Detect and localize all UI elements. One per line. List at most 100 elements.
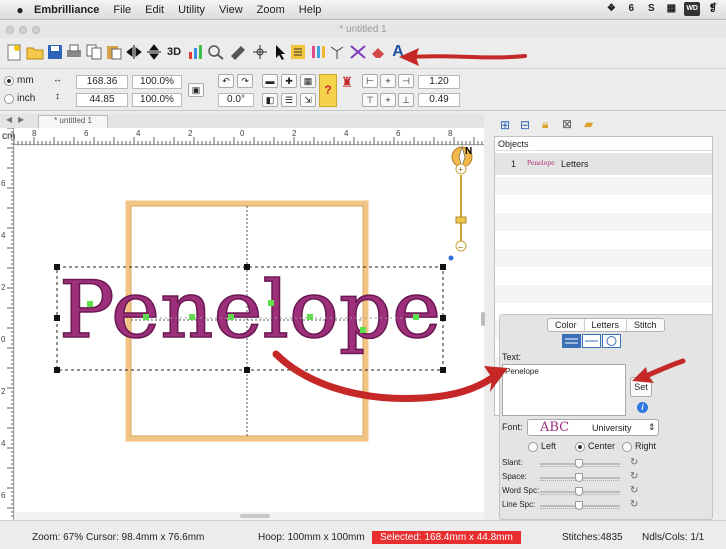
text-mode-circle-icon[interactable] xyxy=(602,334,621,348)
layout-icon[interactable] xyxy=(348,42,368,62)
flip-horizontal-icon[interactable] xyxy=(124,42,144,62)
lock-aspect-icon[interactable]: ▣ xyxy=(188,83,204,97)
text-mode-straight-icon[interactable] xyxy=(582,334,601,348)
align-left-radio[interactable] xyxy=(528,442,538,452)
spacing-left-icon[interactable]: ⊢ xyxy=(362,74,378,88)
zoom-icon[interactable] xyxy=(206,42,226,62)
text-input[interactable]: Penelope xyxy=(502,364,626,416)
width-percent-field[interactable]: 100.0% xyxy=(132,75,182,89)
tab-scroll-right-icon[interactable]: ▶ xyxy=(18,115,24,124)
tray-app-icon[interactable]: 6 xyxy=(624,2,638,16)
color-chart-icon[interactable] xyxy=(186,42,206,62)
space-reset-icon[interactable]: ↻ xyxy=(630,471,638,482)
paste-icon[interactable] xyxy=(104,42,124,62)
tray-s-icon[interactable]: S xyxy=(644,2,658,16)
menu-edit[interactable]: Edit xyxy=(145,4,164,16)
thread-spool-icon[interactable]: ♜ xyxy=(340,74,354,107)
select-arrow-icon[interactable] xyxy=(270,42,290,62)
new-icon[interactable] xyxy=(4,42,24,62)
center-icon[interactable] xyxy=(250,42,270,62)
tab-color[interactable]: Color xyxy=(548,319,585,331)
print-icon[interactable] xyxy=(64,42,84,62)
3d-icon[interactable]: 3D xyxy=(164,42,184,62)
word-spacing-slider[interactable]: Word Spc: ↻ xyxy=(502,485,652,498)
menu-zoom[interactable]: Zoom xyxy=(257,4,285,16)
tray-grid-icon[interactable]: ▦ xyxy=(664,2,678,16)
font-select[interactable]: ABC University ⇕ xyxy=(527,419,659,436)
list-stripe xyxy=(495,177,712,195)
ungroup-icon[interactable]: ⊟ xyxy=(520,118,530,132)
minimize-window-button[interactable] xyxy=(19,26,27,34)
align-right-radio[interactable] xyxy=(622,442,632,452)
design-canvas[interactable]: Penelope N + – xyxy=(15,146,484,520)
align-top-icon[interactable]: ▬ xyxy=(262,74,278,88)
height-field[interactable]: 44.85 xyxy=(76,93,128,107)
close-window-button[interactable] xyxy=(6,26,14,34)
copy-icon[interactable] xyxy=(84,42,104,62)
tab-scroll-left-icon[interactable]: ◀ xyxy=(6,115,12,124)
rotation-field[interactable]: 0.0° xyxy=(218,93,254,107)
rotate-left-icon[interactable]: ↶ xyxy=(218,74,234,88)
thread-icon[interactable] xyxy=(328,42,348,62)
tab-untitled-1[interactable]: * untitled 1 xyxy=(38,115,108,128)
save-icon[interactable] xyxy=(45,42,65,62)
rotate-right-icon[interactable]: ↷ xyxy=(237,74,253,88)
vspacing-top-icon[interactable]: ⊤ xyxy=(362,93,378,107)
word-spacing-reset-icon[interactable]: ↻ xyxy=(630,485,638,496)
color-order-icon[interactable]: ? xyxy=(319,74,337,107)
slant-reset-icon[interactable]: ↻ xyxy=(630,457,638,468)
lock-icon[interactable]: 🔒︎ xyxy=(542,117,548,132)
wd-drive-icon[interactable]: WD xyxy=(684,2,700,16)
color-sort-icon[interactable] xyxy=(308,42,328,62)
ruler-label: 8 xyxy=(32,129,37,138)
ruler-icon[interactable] xyxy=(228,42,248,62)
list-icon[interactable] xyxy=(288,42,308,62)
group-icon[interactable]: ⊞ xyxy=(500,118,510,132)
line-spacing-reset-icon[interactable]: ↻ xyxy=(630,499,638,510)
unlock-icon[interactable]: ⊠ xyxy=(562,117,572,131)
vspacing-bottom-icon[interactable]: ⊥ xyxy=(398,93,414,107)
horizontal-scrollbar[interactable] xyxy=(15,512,484,520)
zoom-window-button[interactable] xyxy=(32,26,40,34)
align-right-icon[interactable]: ⇲ xyxy=(300,93,316,107)
tab-letters[interactable]: Letters xyxy=(584,319,628,331)
height-percent-field[interactable]: 100.0% xyxy=(132,93,182,107)
align-middle-icon[interactable]: ✚ xyxy=(281,74,297,88)
align-bottom-icon[interactable]: ▦ xyxy=(300,74,316,88)
panel-splitter-handle[interactable] xyxy=(481,312,485,326)
align-left-icon[interactable]: ◧ xyxy=(262,93,278,107)
unit-mm-radio[interactable] xyxy=(4,76,14,86)
eraser-icon[interactable] xyxy=(368,42,388,62)
apple-menu-icon[interactable]: ● xyxy=(8,3,32,17)
object-row[interactable]: 1 Penelope Letters xyxy=(495,153,712,175)
hide-icon[interactable]: ▰ xyxy=(584,117,593,131)
menu-utility[interactable]: Utility xyxy=(178,4,205,16)
spacing-center-icon[interactable]: + xyxy=(380,74,396,88)
align-center-radio[interactable] xyxy=(575,442,585,452)
dropbox-icon[interactable]: ❖ xyxy=(604,2,618,16)
width-field[interactable]: 168.36 xyxy=(76,75,128,89)
spacing-field-2[interactable]: 0.49 xyxy=(418,93,460,107)
tab-stitch[interactable]: Stitch xyxy=(627,319,664,331)
spacing-field-1[interactable]: 1.20 xyxy=(418,75,460,89)
slant-slider[interactable]: Slant: ↻ xyxy=(502,457,652,470)
info-icon[interactable]: i xyxy=(637,402,648,413)
scrollbar-thumb[interactable] xyxy=(240,514,270,518)
compass-north-label: N xyxy=(465,146,472,157)
text-mode-line-icon[interactable] xyxy=(562,334,581,348)
align-center-icon[interactable]: ☰ xyxy=(281,93,297,107)
menu-help[interactable]: Help xyxy=(299,4,322,16)
line-spacing-slider[interactable]: Line Spc: ↻ xyxy=(502,499,652,512)
spacing-right-icon[interactable]: ⊣ xyxy=(398,74,414,88)
menu-file[interactable]: File xyxy=(113,4,131,16)
space-slider[interactable]: Space: ↻ xyxy=(502,471,652,484)
ruler-label: 0 xyxy=(240,129,245,138)
menu-view[interactable]: View xyxy=(219,4,243,16)
tray-hand-icon[interactable]: ❡ xyxy=(706,2,720,16)
unit-inch-radio[interactable] xyxy=(4,94,14,104)
open-icon[interactable] xyxy=(25,42,45,62)
menu-app-name[interactable]: Embrilliance xyxy=(34,4,99,16)
flip-vertical-icon[interactable] xyxy=(144,42,164,62)
vspacing-center-icon[interactable]: + xyxy=(380,93,396,107)
svg-text:+: + xyxy=(458,165,463,175)
